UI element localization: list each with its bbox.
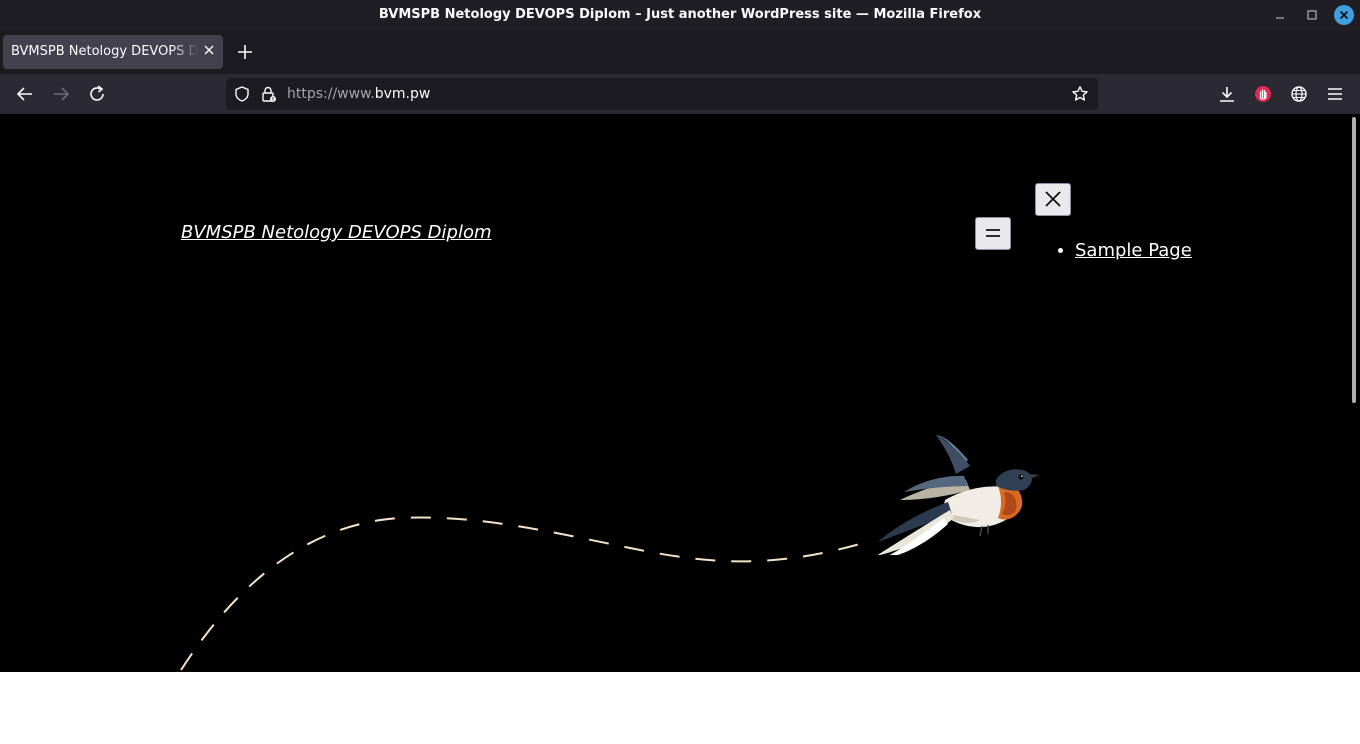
menu-icon[interactable] — [1323, 82, 1347, 106]
tab-active[interactable]: BVMSPB Netology DEVOPS Diplom – Just ano… — [3, 35, 223, 69]
window-close-icon[interactable] — [1334, 5, 1354, 25]
forward-icon[interactable] — [49, 82, 73, 106]
back-icon[interactable] — [13, 82, 37, 106]
lock-icon[interactable] — [259, 85, 277, 107]
new-tab-button[interactable] — [234, 41, 256, 63]
flight-path-decoration — [180, 516, 861, 671]
globe-icon[interactable] — [1287, 82, 1311, 106]
bookmark-star-icon[interactable] — [1071, 85, 1089, 107]
window-titlebar: BVMSPB Netology DEVOPS Diplom – Just ano… — [0, 0, 1360, 30]
minimize-icon[interactable] — [1270, 5, 1290, 25]
tab-close-icon[interactable] — [203, 43, 215, 61]
page-lower-area — [0, 672, 1360, 744]
url-prefix: https://www. — [287, 86, 375, 102]
url-bar[interactable]: https://www.bvm.pw — [226, 78, 1098, 110]
tab-strip: BVMSPB Netology DEVOPS Diplom – Just ano… — [0, 30, 1360, 74]
shield-icon[interactable] — [233, 85, 251, 107]
bird-illustration — [877, 435, 1040, 555]
page-viewport: BVMSPB Netology DEVOPS Diplom Sample Pag… — [0, 114, 1360, 672]
reload-icon[interactable] — [85, 82, 109, 106]
url-domain: bvm.pw — [374, 86, 431, 102]
nav-toolbar: https://www.bvm.pw — [0, 74, 1360, 114]
tab-label: BVMSPB Netology DEVOPS Diplom – Just ano… — [11, 44, 199, 59]
url-text[interactable]: https://www.bvm.pw — [287, 86, 430, 102]
window-title: BVMSPB Netology DEVOPS Diplom – Just ano… — [378, 7, 982, 22]
maximize-icon[interactable] — [1302, 5, 1322, 25]
downloads-icon[interactable] — [1215, 82, 1239, 106]
extension-icon[interactable] — [1251, 82, 1275, 106]
